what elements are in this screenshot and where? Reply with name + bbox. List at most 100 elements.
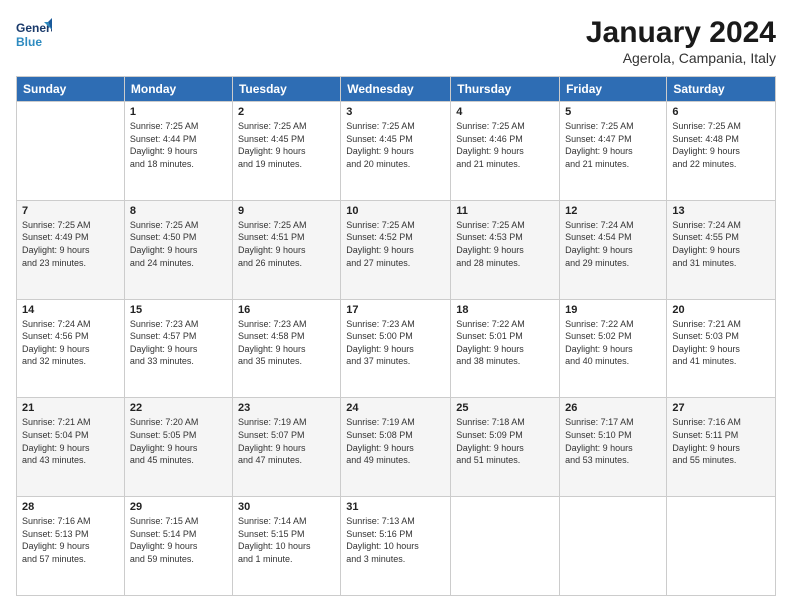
day-info: Sunrise: 7:18 AM Sunset: 5:09 PM Dayligh… (456, 416, 554, 466)
table-row: 20Sunrise: 7:21 AM Sunset: 5:03 PM Dayli… (667, 299, 776, 398)
col-friday: Friday (560, 77, 667, 102)
day-number: 24 (346, 402, 445, 414)
day-number: 29 (130, 501, 227, 513)
table-row: 25 Sunrise: 7:18 AM Sunset: 5:09 PM Dayli… (451, 398, 560, 497)
day-number: 6 (672, 106, 770, 118)
table-row: 19Sunrise: 7:22 AM Sunset: 5:02 PM Dayli… (560, 299, 667, 398)
calendar-week-row: 1 Sunrise: 7:25 AM Sunset: 4:44 PM Daylig… (17, 102, 776, 201)
day-number: 10 (346, 205, 445, 217)
table-row: 6 Sunrise: 7:25 AM Sunset: 4:48 PM Daylig… (667, 102, 776, 201)
day-number: 12 (565, 205, 661, 217)
day-number: 23 (238, 402, 335, 414)
day-number: 2 (238, 106, 335, 118)
day-number: 9 (238, 205, 335, 217)
day-info: Sunrise: 7:25 AM Sunset: 4:51 PM Dayligh… (238, 219, 335, 269)
day-number: 7 (22, 205, 119, 217)
table-row: 31 Sunrise: 7:13 AM Sunset: 5:16 PM Dayli… (341, 497, 451, 596)
day-number: 31 (346, 501, 445, 513)
day-info: Sunrise: 7:25 AM Sunset: 4:48 PM Dayligh… (672, 120, 770, 170)
table-row: 7 Sunrise: 7:25 AM Sunset: 4:49 PM Daylig… (17, 200, 125, 299)
day-number: 3 (346, 106, 445, 118)
col-saturday: Saturday (667, 77, 776, 102)
calendar-header-row: Sunday Monday Tuesday Wednesday Thursday… (17, 77, 776, 102)
day-info: Sunrise: 7:16 AM Sunset: 5:13 PM Dayligh… (22, 515, 119, 565)
day-number: 15 (130, 304, 227, 316)
day-number: 1 (130, 106, 227, 118)
table-row: 22 Sunrise: 7:20 AM Sunset: 5:05 PM Dayli… (124, 398, 232, 497)
day-number: 14 (22, 304, 119, 316)
table-row: 28 Sunrise: 7:16 AM Sunset: 5:13 PM Dayli… (17, 497, 125, 596)
day-info: Sunrise: 7:21 AM Sunset: 5:04 PM Dayligh… (22, 416, 119, 466)
day-number: 27 (672, 402, 770, 414)
col-monday: Monday (124, 77, 232, 102)
table-row (17, 102, 125, 201)
day-info: Sunrise: 7:23 AM Sunset: 5:00 PM Dayligh… (346, 318, 445, 368)
table-row: 15 Sunrise: 7:23 AM Sunset: 4:57 PM Dayli… (124, 299, 232, 398)
table-row: 2 Sunrise: 7:25 AM Sunset: 4:45 PM Daylig… (232, 102, 340, 201)
day-info: Sunrise: 7:24 AM Sunset: 4:55 PM Dayligh… (672, 219, 770, 269)
day-info: Sunrise: 7:16 AM Sunset: 5:11 PM Dayligh… (672, 416, 770, 466)
day-info: Sunrise: 7:20 AM Sunset: 5:05 PM Dayligh… (130, 416, 227, 466)
table-row: 11Sunrise: 7:25 AM Sunset: 4:53 PM Dayli… (451, 200, 560, 299)
calendar-table: Sunday Monday Tuesday Wednesday Thursday… (16, 76, 776, 596)
day-info: Sunrise: 7:23 AM Sunset: 4:57 PM Dayligh… (130, 318, 227, 368)
logo: General Blue (16, 16, 52, 52)
table-row: 1 Sunrise: 7:25 AM Sunset: 4:44 PM Daylig… (124, 102, 232, 201)
calendar-week-row: 28 Sunrise: 7:16 AM Sunset: 5:13 PM Dayli… (17, 497, 776, 596)
day-number: 26 (565, 402, 661, 414)
logo-container: General Blue (16, 16, 52, 52)
table-row: 18Sunrise: 7:22 AM Sunset: 5:01 PM Dayli… (451, 299, 560, 398)
table-row: 26 Sunrise: 7:17 AM Sunset: 5:10 PM Dayli… (560, 398, 667, 497)
day-info: Sunrise: 7:25 AM Sunset: 4:49 PM Dayligh… (22, 219, 119, 269)
day-info: Sunrise: 7:22 AM Sunset: 5:01 PM Dayligh… (456, 318, 554, 368)
day-info: Sunrise: 7:25 AM Sunset: 4:46 PM Dayligh… (456, 120, 554, 170)
table-row: 27 Sunrise: 7:16 AM Sunset: 5:11 PM Dayli… (667, 398, 776, 497)
table-row: 4 Sunrise: 7:25 AM Sunset: 4:46 PM Daylig… (451, 102, 560, 201)
day-info: Sunrise: 7:14 AM Sunset: 5:15 PM Dayligh… (238, 515, 335, 565)
col-wednesday: Wednesday (341, 77, 451, 102)
table-row: 16 Sunrise: 7:23 AM Sunset: 4:58 PM Dayli… (232, 299, 340, 398)
col-thursday: Thursday (451, 77, 560, 102)
day-info: Sunrise: 7:25 AM Sunset: 4:45 PM Dayligh… (238, 120, 335, 170)
day-info: Sunrise: 7:13 AM Sunset: 5:16 PM Dayligh… (346, 515, 445, 565)
day-number: 28 (22, 501, 119, 513)
table-row: 13 Sunrise: 7:24 AM Sunset: 4:55 PM Dayli… (667, 200, 776, 299)
day-info: Sunrise: 7:24 AM Sunset: 4:54 PM Dayligh… (565, 219, 661, 269)
svg-text:Blue: Blue (16, 35, 42, 49)
day-number: 30 (238, 501, 335, 513)
table-row: 29Sunrise: 7:15 AM Sunset: 5:14 PM Dayli… (124, 497, 232, 596)
table-row: 3Sunrise: 7:25 AM Sunset: 4:45 PM Daylig… (341, 102, 451, 201)
calendar-week-row: 14Sunrise: 7:24 AM Sunset: 4:56 PM Dayli… (17, 299, 776, 398)
location-subtitle: Agerola, Campania, Italy (586, 50, 776, 66)
day-info: Sunrise: 7:25 AM Sunset: 4:44 PM Dayligh… (130, 120, 227, 170)
header: General Blue January 2024 Agerola, Campa… (16, 16, 776, 66)
calendar-week-row: 21 Sunrise: 7:21 AM Sunset: 5:04 PM Dayli… (17, 398, 776, 497)
table-row: 23 Sunrise: 7:19 AM Sunset: 5:07 PM Dayli… (232, 398, 340, 497)
day-info: Sunrise: 7:17 AM Sunset: 5:10 PM Dayligh… (565, 416, 661, 466)
table-row: 17Sunrise: 7:23 AM Sunset: 5:00 PM Dayli… (341, 299, 451, 398)
day-info: Sunrise: 7:19 AM Sunset: 5:07 PM Dayligh… (238, 416, 335, 466)
table-row: 5 Sunrise: 7:25 AM Sunset: 4:47 PM Daylig… (560, 102, 667, 201)
logo-svg-icon: General Blue (16, 16, 52, 52)
col-sunday: Sunday (17, 77, 125, 102)
calendar-week-row: 7 Sunrise: 7:25 AM Sunset: 4:49 PM Daylig… (17, 200, 776, 299)
table-row (451, 497, 560, 596)
day-info: Sunrise: 7:25 AM Sunset: 4:47 PM Dayligh… (565, 120, 661, 170)
day-number: 22 (130, 402, 227, 414)
title-area: January 2024 Agerola, Campania, Italy (586, 16, 776, 66)
table-row (667, 497, 776, 596)
table-row: 30 Sunrise: 7:14 AM Sunset: 5:15 PM Dayli… (232, 497, 340, 596)
month-title: January 2024 (586, 16, 776, 50)
day-number: 8 (130, 205, 227, 217)
day-number: 21 (22, 402, 119, 414)
day-number: 19 (565, 304, 661, 316)
day-info: Sunrise: 7:23 AM Sunset: 4:58 PM Dayligh… (238, 318, 335, 368)
day-number: 5 (565, 106, 661, 118)
day-number: 13 (672, 205, 770, 217)
day-number: 25 (456, 402, 554, 414)
day-info: Sunrise: 7:21 AM Sunset: 5:03 PM Dayligh… (672, 318, 770, 368)
day-number: 16 (238, 304, 335, 316)
table-row: 8Sunrise: 7:25 AM Sunset: 4:50 PM Daylig… (124, 200, 232, 299)
day-number: 4 (456, 106, 554, 118)
day-info: Sunrise: 7:25 AM Sunset: 4:53 PM Dayligh… (456, 219, 554, 269)
